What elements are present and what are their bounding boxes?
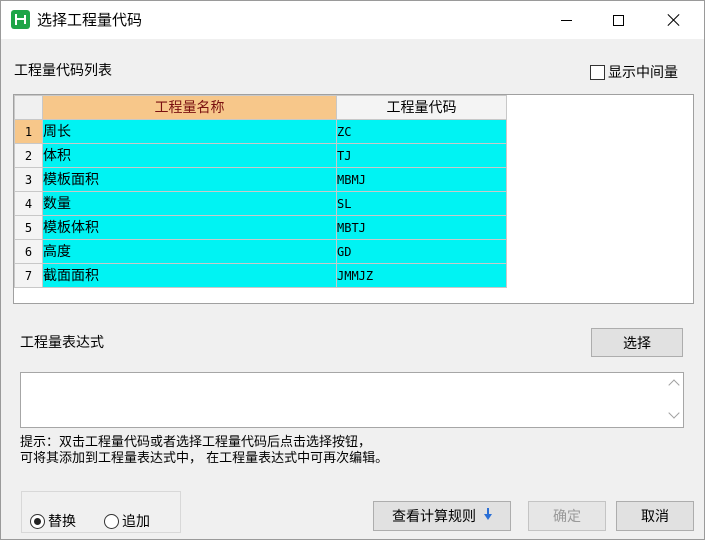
- row-name-cell[interactable]: 模板面积: [42, 167, 337, 192]
- table-row[interactable]: 3 模板面积 MBMJ: [14, 167, 507, 192]
- code-table: 工程量名称 工程量代码 1 周长 ZC 2 体积 TJ 3 模板面积 MBMJ …: [14, 95, 507, 288]
- mode-group: 替换 追加: [21, 491, 181, 533]
- code-grid[interactable]: 工程量名称 工程量代码 1 周长 ZC 2 体积 TJ 3 模板面积 MBMJ …: [13, 94, 694, 304]
- table-row[interactable]: 4 数量 SL: [14, 191, 507, 216]
- row-number[interactable]: 1: [14, 119, 43, 144]
- expression-scrollbar[interactable]: [666, 373, 683, 427]
- row-name-cell[interactable]: 截面面积: [42, 263, 337, 288]
- row-number[interactable]: 7: [14, 263, 43, 288]
- list-title: 工程量代码列表: [14, 63, 112, 79]
- row-name-cell[interactable]: 体积: [42, 143, 337, 168]
- window-title: 选择工程量代码: [37, 11, 143, 29]
- checkbox-box[interactable]: [590, 64, 605, 80]
- table-row[interactable]: 1 周长 ZC: [14, 119, 507, 144]
- dialog-window: 选择工程量代码 工程量代码列表 显示中间量 工程量名称 工程量代码 1 周长 Z…: [0, 0, 705, 540]
- replace-radio-circle[interactable]: [30, 513, 45, 529]
- expression-input[interactable]: [20, 372, 684, 428]
- hint-text: 提示：双击工程量代码或者选择工程量代码后点击选择按钮， 可将其添加到工程量表达式…: [20, 435, 388, 467]
- row-number[interactable]: 5: [14, 215, 43, 240]
- grid-corner[interactable]: [14, 95, 43, 120]
- append-label: 追加: [122, 514, 150, 530]
- table-row[interactable]: 5 模板体积 MBTJ: [14, 215, 507, 240]
- close-button[interactable]: [651, 1, 697, 39]
- expression-label: 工程量表达式: [20, 335, 104, 351]
- append-radio[interactable]: 追加: [104, 511, 150, 531]
- table-row[interactable]: 6 高度 GD: [14, 239, 507, 264]
- row-code-cell[interactable]: ZC: [336, 119, 507, 144]
- append-radio-circle[interactable]: [104, 513, 119, 529]
- cancel-button[interactable]: 取消: [616, 501, 694, 531]
- hint-line-1: 提示：双击工程量代码或者选择工程量代码后点击选择按钮，: [20, 435, 372, 450]
- maximize-button[interactable]: [595, 1, 641, 39]
- hint-line-2: 可将其添加到工程量表达式中， 在工程量表达式中可再次编辑。: [20, 451, 389, 466]
- row-code-cell[interactable]: JMMJZ: [336, 263, 507, 288]
- arrow-down-icon: [484, 508, 492, 520]
- table-header-row: 工程量名称 工程量代码: [14, 95, 507, 120]
- show-intermediate-label: 显示中间量: [608, 65, 678, 81]
- row-code-cell[interactable]: TJ: [336, 143, 507, 168]
- row-code-cell[interactable]: MBTJ: [336, 215, 507, 240]
- row-name-cell[interactable]: 模板体积: [42, 215, 337, 240]
- table-row[interactable]: 7 截面面积 JMMJZ: [14, 263, 507, 288]
- table-row[interactable]: 2 体积 TJ: [14, 143, 507, 168]
- select-button[interactable]: 选择: [591, 328, 683, 357]
- minimize-button[interactable]: [543, 1, 589, 39]
- minimize-icon: [560, 19, 572, 21]
- row-number[interactable]: 4: [14, 191, 43, 216]
- row-code-cell[interactable]: MBMJ: [336, 167, 507, 192]
- view-rules-label: 查看计算规则: [392, 509, 476, 525]
- row-name-cell[interactable]: 高度: [42, 239, 337, 264]
- title-bar: 选择工程量代码: [1, 1, 704, 39]
- row-number[interactable]: 6: [14, 239, 43, 264]
- row-code-cell[interactable]: SL: [336, 191, 507, 216]
- column-header-name[interactable]: 工程量名称: [42, 95, 337, 120]
- row-code-cell[interactable]: GD: [336, 239, 507, 264]
- ok-button[interactable]: 确定: [528, 501, 606, 531]
- scroll-down-icon[interactable]: [668, 407, 680, 419]
- view-rules-button[interactable]: 查看计算规则: [373, 501, 511, 531]
- app-icon: [11, 10, 30, 29]
- column-header-code[interactable]: 工程量代码: [336, 95, 507, 120]
- row-name-cell[interactable]: 周长: [42, 119, 337, 144]
- row-number[interactable]: 3: [14, 167, 43, 192]
- close-icon: [667, 13, 681, 27]
- replace-label: 替换: [48, 514, 76, 530]
- replace-radio[interactable]: 替换: [30, 511, 76, 531]
- maximize-icon: [612, 14, 624, 26]
- row-number[interactable]: 2: [14, 143, 43, 168]
- row-name-cell[interactable]: 数量: [42, 191, 337, 216]
- scroll-up-icon[interactable]: [668, 379, 680, 391]
- show-intermediate-checkbox[interactable]: 显示中间量: [590, 62, 678, 82]
